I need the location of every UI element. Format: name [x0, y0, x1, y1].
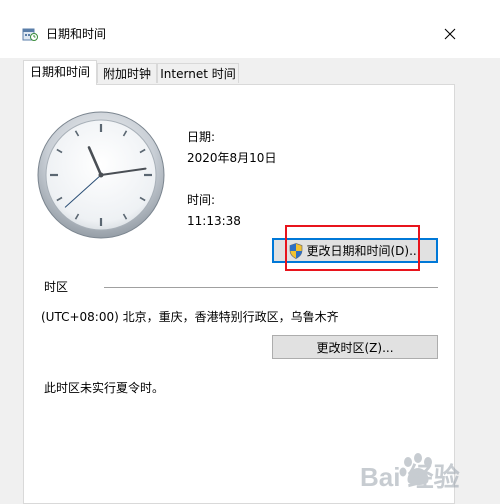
calendar-clock-icon — [22, 28, 38, 41]
date-value: 2020年8月10日 — [187, 151, 277, 165]
dst-note: 此时区未实行夏令时。 — [44, 381, 165, 395]
close-icon — [444, 28, 456, 40]
title-bar: 日期和时间 — [0, 0, 500, 58]
uac-shield-icon — [290, 242, 303, 259]
date-label: 日期: — [187, 130, 216, 144]
time-label: 时间: — [187, 193, 216, 207]
timezone-value: (UTC+08:00) 北京，重庆，香港特别行政区，乌鲁木齐 — [41, 310, 339, 324]
tab-internet-time[interactable]: Internet 时间 — [157, 63, 239, 83]
baidu-watermark-logo: Bai 经验 — [360, 453, 460, 492]
tab-additional-clocks[interactable]: 附加时钟 — [97, 63, 157, 83]
change-date-time-label: 更改日期和时间(D)... — [306, 244, 421, 258]
change-date-time-button[interactable]: 更改日期和时间(D)... — [272, 238, 438, 263]
date-time-dialog: 日期和时间 日期和时间 附加时钟 Internet 时间 日期: 2020年8月… — [0, 0, 500, 504]
timezone-section-label: 时区 — [44, 280, 69, 294]
watermark-text: Bai 经验 — [360, 462, 460, 492]
tab-date-time[interactable]: 日期和时间 — [23, 60, 97, 85]
change-timezone-button[interactable]: 更改时区(Z)... — [272, 335, 438, 359]
timezone-divider — [104, 287, 438, 288]
time-value: 11:13:38 — [187, 214, 241, 228]
window-title: 日期和时间 — [46, 27, 107, 41]
analog-clock — [37, 111, 165, 239]
close-button[interactable] — [432, 18, 468, 50]
